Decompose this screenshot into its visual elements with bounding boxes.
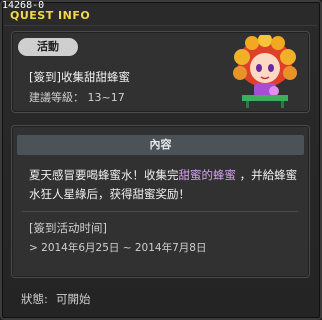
event-time-label: [簽到活动时间] xyxy=(29,221,107,235)
status-value: 可開始 xyxy=(56,292,91,306)
section-header-content: 內容 xyxy=(17,135,304,155)
quest-name: [簽到]收集甜甜蜂蜜 xyxy=(29,70,130,84)
npc-girl-portrait-icon xyxy=(232,33,298,109)
quest-description: 夏天感冒要喝蜂蜜水！收集完甜蜜的蜂蜜 ，并給蜂蜜水狂人星綠后，获得甜蜜奖励！ xyxy=(29,166,299,204)
quest-category-badge: 活動 xyxy=(18,38,78,56)
description-highlight: 甜蜜的蜂蜜 xyxy=(178,168,237,182)
title-divider xyxy=(4,25,318,26)
level-requirement: 建議等級： 13~17 xyxy=(29,91,125,104)
window-title: QUEST INFO xyxy=(10,9,91,22)
status-label: 狀態: xyxy=(21,292,48,306)
details-divider xyxy=(22,211,298,212)
event-time-range: > 2014年6月25日 ~ 2014年7月8日 xyxy=(29,242,207,254)
description-text-1: 夏天感冒要喝蜂蜜水！收集完 xyxy=(29,168,179,182)
